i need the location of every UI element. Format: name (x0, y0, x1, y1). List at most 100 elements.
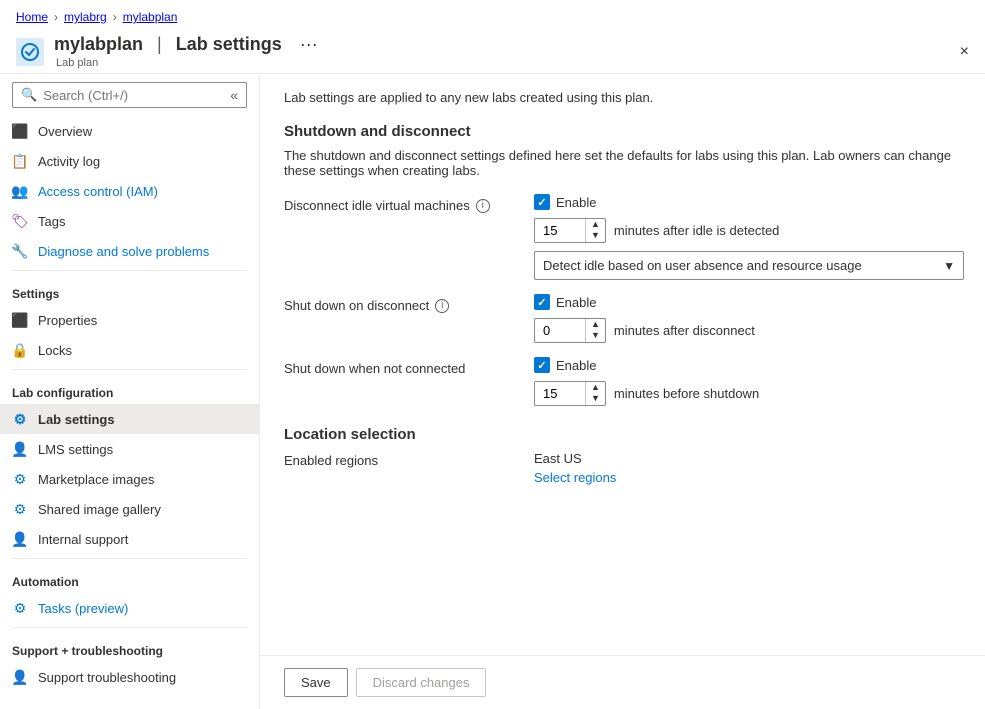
breadcrumb-home[interactable]: Home (16, 10, 48, 24)
disconnect-idle-minutes-row: 15 ▲ ▼ minutes after idle is detected (534, 218, 964, 243)
enabled-regions-label: Enabled regions (284, 451, 534, 468)
shutdown-not-connected-minutes-input[interactable]: 15 (535, 382, 585, 405)
sidebar-label-support-troubleshooting: Support troubleshooting (38, 670, 176, 685)
page-header: mylabplan | Lab settings ··· Lab plan × (0, 30, 985, 74)
shutdown-disconnect-increment[interactable]: ▲ (586, 319, 605, 330)
sidebar-item-properties[interactable]: ⬛ Properties (0, 305, 259, 335)
disconnect-idle-minutes-label: minutes after idle is detected (614, 223, 779, 238)
shutdown-section: Shutdown and disconnect The shutdown and… (284, 123, 961, 406)
shutdown-not-connected-checkbox[interactable] (534, 357, 550, 373)
disconnect-idle-increment[interactable]: ▲ (586, 219, 605, 230)
shutdown-not-connected-minutes-field[interactable]: 15 ▲ ▼ (534, 381, 606, 406)
disconnect-idle-row: Disconnect idle virtual machines i Enabl… (284, 194, 961, 280)
sidebar-item-support-troubleshooting[interactable]: 👤 Support troubleshooting (0, 662, 259, 692)
access-control-icon: 👥 (12, 183, 28, 199)
main-layout: 🔍 « ⬛ Overview 📋 Activity log 👥 Access c… (0, 74, 985, 709)
lab-config-divider (12, 369, 247, 370)
collapse-sidebar-button[interactable]: « (230, 87, 238, 103)
shutdown-disconnect-minutes-input[interactable]: 0 (535, 319, 585, 342)
breadcrumb-mylabplan[interactable]: mylabplan (123, 10, 178, 24)
sidebar-item-lab-settings[interactable]: ⚙ Lab settings (0, 404, 259, 434)
shutdown-not-connected-increment[interactable]: ▲ (586, 382, 605, 393)
sidebar-item-activity-log[interactable]: 📋 Activity log (0, 146, 259, 176)
regions-values: East US Select regions (534, 451, 616, 485)
sidebar-item-access-control[interactable]: 👥 Access control (IAM) (0, 176, 259, 206)
shutdown-disconnect-row: Shut down on disconnect i Enable 0 (284, 294, 961, 343)
search-box[interactable]: 🔍 « (12, 82, 247, 108)
shutdown-not-connected-enable[interactable]: Enable (534, 357, 759, 373)
sidebar-item-tasks-preview[interactable]: ⚙ Tasks (preview) (0, 593, 259, 623)
sidebar-label-properties: Properties (38, 313, 97, 328)
discard-changes-button[interactable]: Discard changes (356, 668, 487, 697)
sidebar-item-shared-image-gallery[interactable]: ⚙ Shared image gallery (0, 494, 259, 524)
disconnect-idle-checkbox[interactable] (534, 194, 550, 210)
disconnect-idle-info-icon[interactable]: i (476, 199, 490, 213)
resource-name: mylabplan (54, 34, 143, 55)
enabled-regions-row: Enabled regions East US Select regions (284, 451, 961, 485)
shutdown-disconnect-checkbox[interactable] (534, 294, 550, 310)
sidebar-item-tags[interactable]: 🏷 Tags (0, 206, 259, 236)
shutdown-not-connected-minutes-label: minutes before shutdown (614, 386, 759, 401)
disconnect-idle-minutes-field[interactable]: 15 ▲ ▼ (534, 218, 606, 243)
shutdown-disconnect-minutes-field[interactable]: 0 ▲ ▼ (534, 318, 606, 343)
settings-section-header: Settings (0, 275, 259, 305)
shutdown-not-connected-enable-label: Enable (556, 358, 596, 373)
disconnect-idle-controls: Enable 15 ▲ ▼ minutes after idle is dete… (534, 194, 964, 280)
disconnect-idle-enable[interactable]: Enable (534, 194, 964, 210)
shutdown-not-connected-row: Shut down when not connected Enable 15 ▲ (284, 357, 961, 406)
page-title: Lab settings (176, 34, 282, 55)
disconnect-idle-spinners: ▲ ▼ (585, 219, 605, 242)
shutdown-disconnect-decrement[interactable]: ▼ (586, 330, 605, 341)
sidebar-label-overview: Overview (38, 124, 92, 139)
sidebar-label-access-control: Access control (IAM) (38, 184, 158, 199)
shutdown-not-connected-decrement[interactable]: ▼ (586, 393, 605, 404)
shared-image-gallery-icon: ⚙ (12, 501, 28, 517)
breadcrumb-mylabrg[interactable]: mylabrg (64, 10, 107, 24)
sidebar-label-shared-image-gallery: Shared image gallery (38, 502, 161, 517)
shutdown-disconnect-info-icon[interactable]: i (435, 299, 449, 313)
sidebar-label-locks: Locks (38, 343, 72, 358)
sidebar-item-diagnose[interactable]: 🔧 Diagnose and solve problems (0, 236, 259, 266)
shutdown-disconnect-controls: Enable 0 ▲ ▼ minutes after disconnect (534, 294, 755, 343)
lab-config-section-header: Lab configuration (0, 374, 259, 404)
sidebar-item-marketplace-images[interactable]: ⚙ Marketplace images (0, 464, 259, 494)
detect-idle-option: Detect idle based on user absence and re… (543, 258, 862, 273)
locks-icon: 🔒 (12, 342, 28, 358)
tasks-preview-icon: ⚙ (12, 600, 28, 616)
detect-idle-dropdown[interactable]: Detect idle based on user absence and re… (534, 251, 964, 280)
shutdown-disconnect-label: Shut down on disconnect i (284, 294, 534, 313)
tags-icon: 🏷 (12, 213, 28, 229)
sidebar-item-lms-settings[interactable]: 👤 LMS settings (0, 434, 259, 464)
overview-icon: ⬛ (12, 123, 28, 139)
sidebar-label-lab-settings: Lab settings (38, 412, 115, 427)
activity-log-icon: 📋 (12, 153, 28, 169)
shutdown-not-connected-controls: Enable 15 ▲ ▼ minutes before shutdown (534, 357, 759, 406)
support-divider (12, 627, 247, 628)
shutdown-disconnect-minutes-row: 0 ▲ ▼ minutes after disconnect (534, 318, 755, 343)
page-description: Lab settings are applied to any new labs… (284, 90, 961, 105)
select-regions-link[interactable]: Select regions (534, 470, 616, 485)
disconnect-idle-minutes-input[interactable]: 15 (535, 219, 585, 242)
sidebar-label-internal-support: Internal support (38, 532, 128, 547)
search-icon: 🔍 (21, 87, 37, 103)
more-options-button[interactable]: ··· (300, 34, 318, 55)
sidebar-item-overview[interactable]: ⬛ Overview (0, 116, 259, 146)
sidebar-label-diagnose: Diagnose and solve problems (38, 244, 209, 259)
enabled-regions-value: East US (534, 451, 616, 466)
sidebar-item-internal-support[interactable]: 👤 Internal support (0, 524, 259, 554)
sidebar-item-locks[interactable]: 🔒 Locks (0, 335, 259, 365)
diagnose-icon: 🔧 (12, 243, 28, 259)
search-input[interactable] (43, 88, 224, 103)
settings-divider (12, 270, 247, 271)
shutdown-disconnect-enable[interactable]: Enable (534, 294, 755, 310)
location-section: Location selection Enabled regions East … (284, 426, 961, 485)
marketplace-images-icon: ⚙ (12, 471, 28, 487)
close-button[interactable]: × (960, 43, 969, 61)
shutdown-disconnect-spinners: ▲ ▼ (585, 319, 605, 342)
disconnect-idle-decrement[interactable]: ▼ (586, 230, 605, 241)
shutdown-section-description: The shutdown and disconnect settings def… (284, 148, 961, 178)
resource-type-label: Lab plan (56, 57, 318, 69)
save-button[interactable]: Save (284, 668, 348, 697)
shutdown-disconnect-enable-label: Enable (556, 295, 596, 310)
disconnect-idle-label: Disconnect idle virtual machines i (284, 194, 534, 213)
